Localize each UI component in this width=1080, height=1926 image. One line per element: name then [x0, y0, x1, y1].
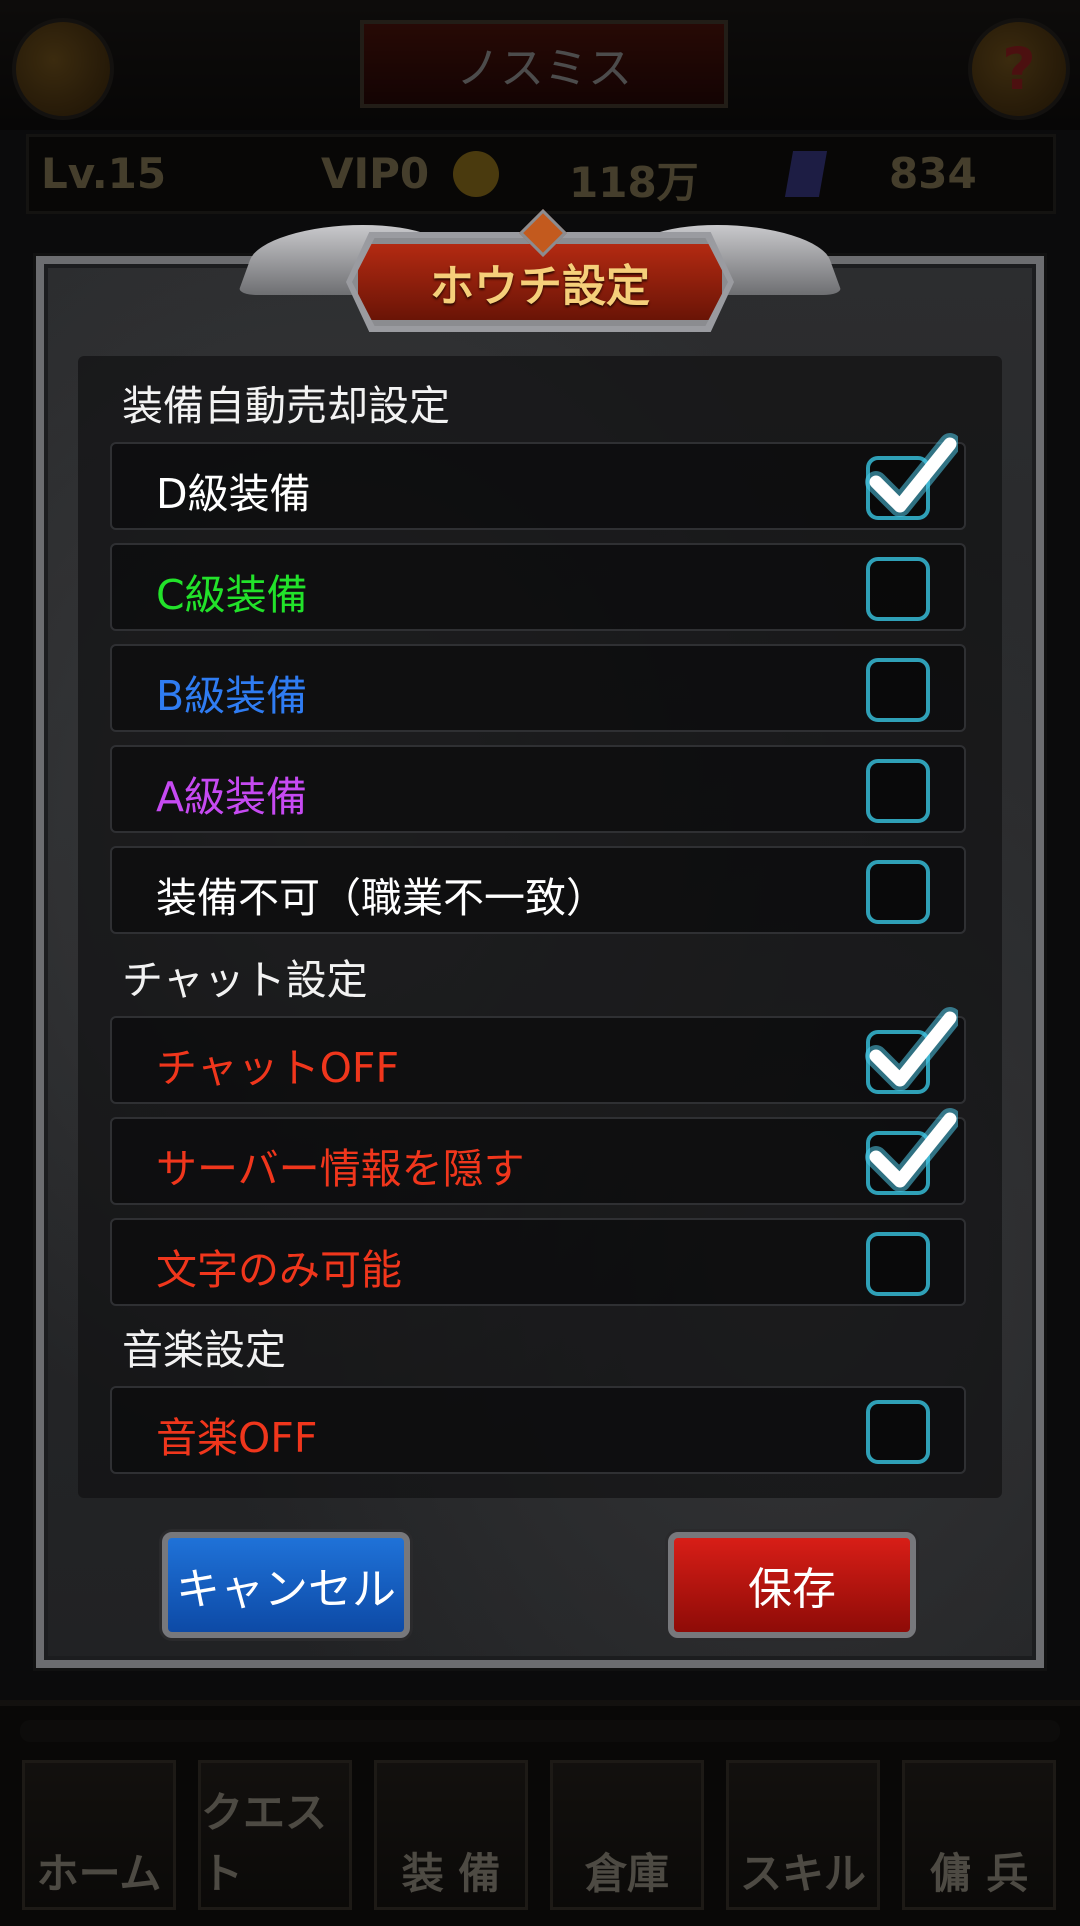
setting-row-d-grade[interactable]: D級装備 — [110, 433, 966, 530]
gem-icon — [784, 151, 828, 197]
checkbox-music-off[interactable] — [866, 1400, 930, 1464]
nav-item-equipment[interactable]: 装 備 — [374, 1760, 528, 1910]
checkmark-icon — [865, 1108, 958, 1192]
avatar[interactable] — [12, 18, 114, 120]
setting-label: サーバー情報を隠す — [156, 1145, 525, 1193]
player-name: ノスミス — [360, 20, 728, 108]
help-icon[interactable]: ? — [968, 18, 1070, 120]
setting-label: A級装備 — [156, 773, 308, 821]
setting-row-chat-off[interactable]: チャットOFF — [110, 1007, 966, 1104]
setting-label: 音楽OFF — [156, 1414, 318, 1462]
checkbox-b-grade[interactable] — [866, 658, 930, 722]
checkbox-c-grade[interactable] — [866, 557, 930, 621]
checkbox-hide-server-info[interactable] — [865, 1108, 958, 1195]
section-title-chat: チャット設定 — [122, 956, 368, 1004]
setting-row-a-grade[interactable]: A級装備 — [110, 745, 966, 833]
setting-label: B級装備 — [156, 672, 308, 720]
setting-label: 文字のみ可能 — [156, 1246, 402, 1294]
setting-row-text-only[interactable]: 文字のみ可能 — [110, 1218, 966, 1306]
status-bar: Lv.15 VIP0 118万 834 — [26, 134, 1056, 214]
gold-coin-icon — [453, 151, 499, 197]
setting-row-c-grade[interactable]: C級装備 — [110, 543, 966, 631]
nav-item-storage[interactable]: 倉庫 — [550, 1760, 704, 1910]
save-button[interactable]: 保存 — [668, 1532, 916, 1638]
setting-row-unusable[interactable]: 装備不可（職業不一致） — [110, 846, 966, 934]
cancel-button[interactable]: キャンセル — [162, 1532, 410, 1638]
setting-label: C級装備 — [156, 571, 308, 619]
checkbox-unusable[interactable] — [866, 860, 930, 924]
dialog-title: ホウチ設定 — [430, 261, 650, 312]
level-text: Lv.15 — [41, 149, 167, 198]
nav-item-home[interactable]: ホーム — [22, 1760, 176, 1910]
section-title-music: 音楽設定 — [122, 1326, 286, 1374]
checkbox-chat-off[interactable] — [865, 1007, 958, 1094]
setting-label: チャットOFF — [156, 1044, 400, 1092]
setting-label: D級装備 — [156, 470, 311, 518]
checkbox-a-grade[interactable] — [866, 759, 930, 823]
checkmark-icon — [865, 433, 958, 517]
bottom-nav: ホーム クエスト 装 備 倉庫 スキル 傭 兵 — [0, 1700, 1080, 1926]
gold-amount: 118万 — [569, 158, 699, 207]
setting-row-hide-server-info[interactable]: サーバー情報を隠す — [110, 1108, 966, 1205]
setting-row-b-grade[interactable]: B級装備 — [110, 644, 966, 732]
nav-item-mercenary[interactable]: 傭 兵 — [902, 1760, 1056, 1910]
setting-row-music-off[interactable]: 音楽OFF — [110, 1386, 966, 1474]
checkmark-icon — [865, 1007, 958, 1091]
setting-label: 装備不可（職業不一致） — [156, 874, 607, 922]
nav-item-skill[interactable]: スキル — [726, 1760, 880, 1910]
gem-amount: 834 — [889, 149, 977, 198]
nav-item-quest[interactable]: クエスト — [198, 1760, 352, 1910]
checkbox-d-grade[interactable] — [865, 433, 958, 520]
vip-text: VIP0 — [321, 149, 430, 198]
checkbox-text-only[interactable] — [866, 1232, 930, 1296]
nav-divider — [20, 1720, 1060, 1742]
section-title-equipment: 装備自動売却設定 — [122, 382, 450, 430]
